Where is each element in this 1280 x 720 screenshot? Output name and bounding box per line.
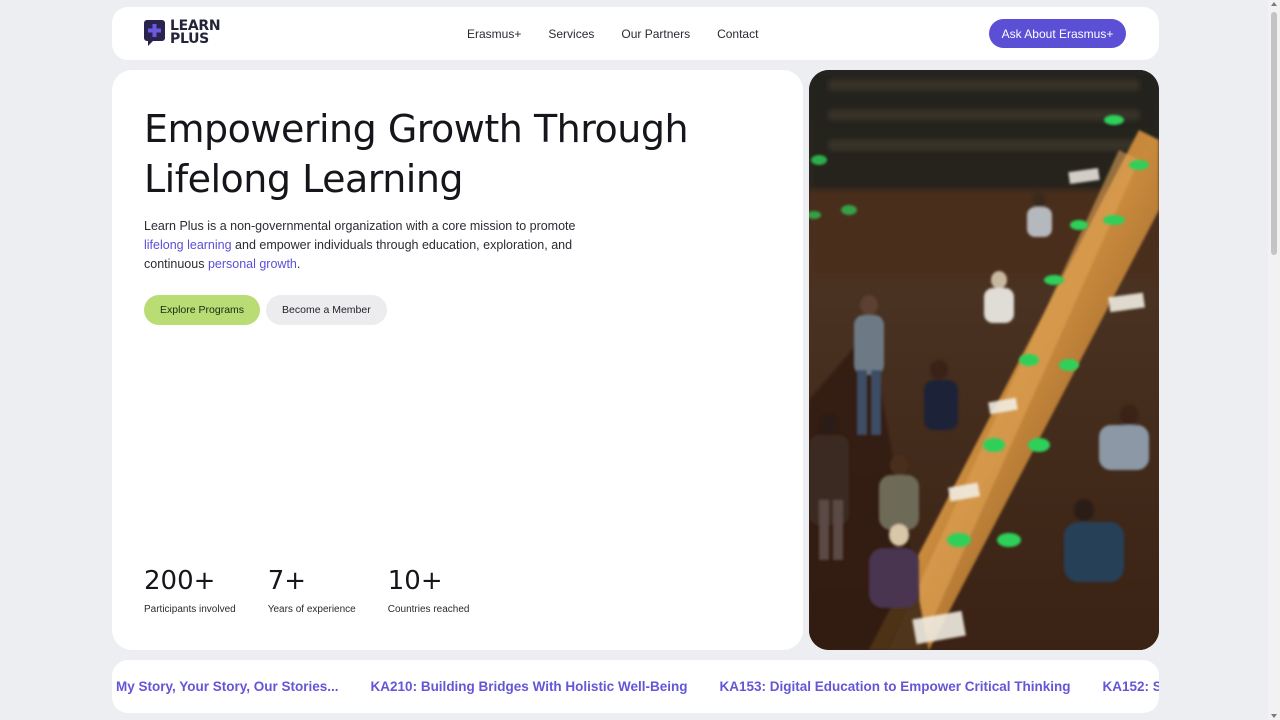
stat-label: Countries reached (387, 604, 470, 615)
hero-desc-text-1: Learn Plus is a non-governmental organiz… (144, 219, 576, 233)
news-ticker: My Story, Your Story, Our Stories... KA2… (112, 660, 1159, 713)
ticker-item-my-story[interactable]: My Story, Your Story, Our Stories... (116, 679, 339, 694)
ticker-track: My Story, Your Story, Our Stories... KA2… (112, 679, 1159, 694)
scroll-down-arrow-icon[interactable] (1271, 714, 1277, 718)
stat-label: Participants involved (144, 604, 236, 615)
stat-label: Years of experience (267, 604, 356, 615)
nav-link-our-partners[interactable]: Our Partners (621, 27, 690, 41)
hero-title: Empowering Growth Through Lifelong Learn… (144, 107, 689, 201)
library-photo (809, 70, 1159, 650)
hero-desc-text-3: . (296, 256, 301, 271)
page-scrollbar[interactable] (1268, 0, 1280, 720)
personal-growth-link[interactable]: personal growth (208, 257, 297, 271)
ticker-item-ka210[interactable]: KA210: Building Bridges With Holistic We… (371, 679, 688, 694)
hero-section: Empowering Growth Through Lifelong Learn… (112, 70, 803, 650)
ticker-item-ka153[interactable]: KA153: Digital Education to Empower Crit… (719, 679, 1070, 694)
nav-link-services[interactable]: Services (548, 27, 594, 41)
top-navigation-bar: LEARN PLUS Erasmus+ Services Our Partner… (112, 7, 1159, 60)
library-illustration (809, 70, 1159, 650)
hero-button-row: Explore Programs Become a Member (144, 295, 387, 325)
logo[interactable]: LEARN PLUS (144, 19, 221, 47)
become-member-button[interactable]: Become a Member (266, 295, 387, 325)
scroll-up-arrow-icon[interactable] (1271, 2, 1277, 6)
plus-speech-bubble-icon (144, 20, 166, 46)
stat-countries: 10+ Countries reached (388, 564, 470, 615)
nav-link-contact[interactable]: Contact (717, 27, 758, 41)
stat-value: 200+ (144, 566, 216, 596)
logo-text-line2: PLUS (170, 31, 209, 47)
ticker-item-ka152[interactable]: KA152: Spo (1103, 679, 1160, 694)
hero-description: Learn Plus is a non-governmental organiz… (144, 217, 614, 273)
stat-value: 7+ (267, 566, 307, 596)
scroll-thumb[interactable] (1271, 12, 1277, 255)
stat-participants: 200+ Participants involved (144, 564, 236, 615)
logo-text: LEARN PLUS (170, 19, 221, 47)
stat-value: 10+ (387, 566, 443, 596)
nav-link-erasmus[interactable]: Erasmus+ (467, 27, 521, 41)
ask-about-erasmus-button[interactable]: Ask About Erasmus+ (989, 19, 1126, 48)
explore-programs-button[interactable]: Explore Programs (144, 295, 261, 325)
lifelong-learning-link[interactable]: lifelong learning (144, 238, 232, 252)
stat-years: 7+ Years of experience (268, 564, 356, 615)
nav-links: Erasmus+ Services Our Partners Contact (467, 7, 785, 60)
stats-row: 200+ Participants involved 7+ Years of e… (144, 564, 501, 615)
